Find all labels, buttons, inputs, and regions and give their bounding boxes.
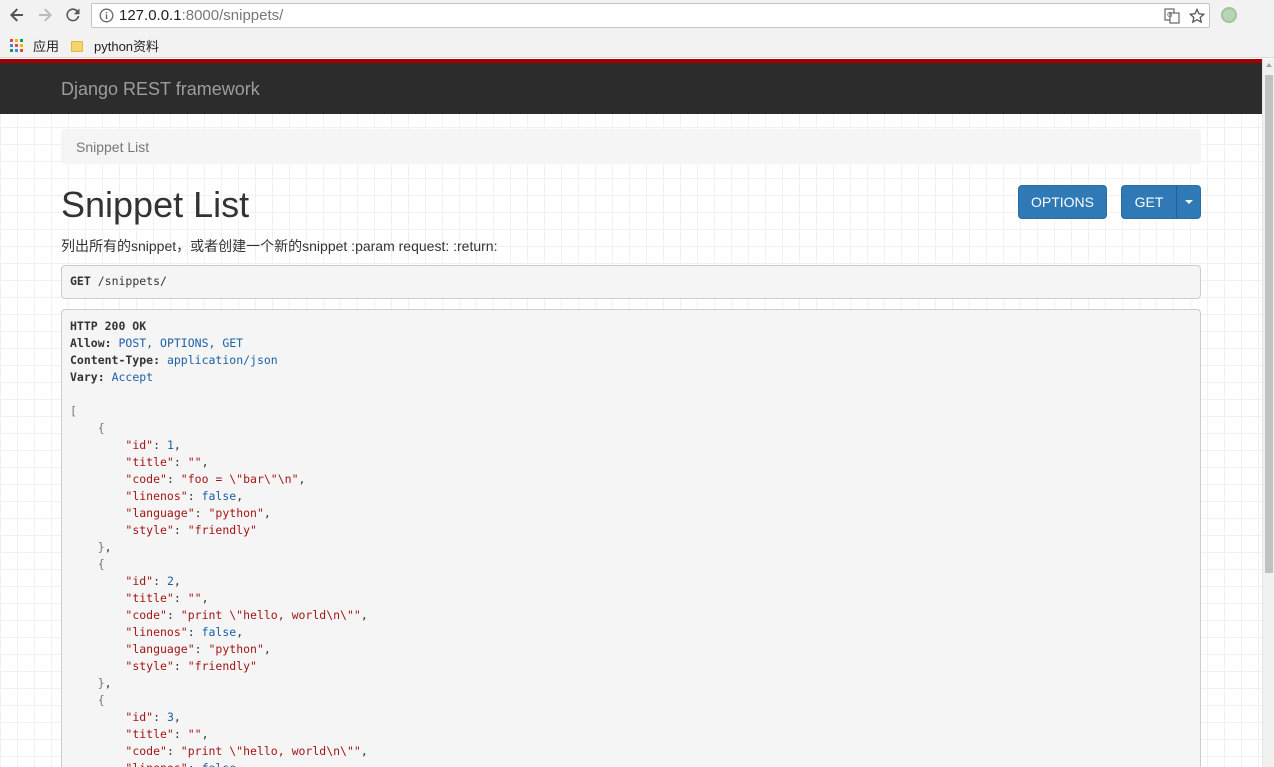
url-path: :8000/snippets/ (181, 7, 284, 24)
get-button[interactable]: GET (1122, 194, 1176, 210)
browser-toolbar: 127.0.0.1:8000/snippets/ G (0, 0, 1274, 31)
json-key: "style" (125, 659, 174, 673)
json-key: "title" (125, 455, 174, 469)
json-key: "linenos" (125, 761, 187, 767)
json-punct: } (97, 540, 105, 554)
brand-link[interactable]: Django REST framework (61, 79, 260, 100)
request-path: /snippets/ (97, 274, 167, 288)
json-punct: { (97, 557, 105, 571)
json-string: "friendly" (187, 659, 257, 673)
response-content: HTTP 200 OK Allow: POST, OPTIONS, GET Co… (70, 318, 368, 767)
forward-arrow-icon (39, 8, 52, 22)
bookmark-label: 应用 (33, 39, 60, 54)
bookmark-star-icon[interactable] (1189, 8, 1205, 24)
json-number: 3 (166, 710, 174, 724)
breadcrumb-item-active: Snippet List (76, 139, 150, 155)
bookmark-python[interactable]: python资料 (71, 36, 159, 55)
json-string: "friendly" (187, 523, 257, 537)
request-method: GET (70, 274, 91, 288)
bookmark-label: python资料 (94, 39, 160, 54)
page-title: Snippet List (61, 184, 250, 225)
request-info: GET /snippets/ (61, 265, 1201, 299)
json-key: "linenos" (125, 489, 188, 503)
json-key: "title" (125, 591, 174, 605)
vertical-scrollbar[interactable] (1262, 59, 1274, 767)
scroll-thumb[interactable] (1265, 75, 1273, 573)
json-string: "" (187, 591, 202, 605)
json-number: 1 (166, 438, 174, 452)
caret-down-icon (1185, 200, 1193, 204)
json-punct: { (97, 693, 105, 707)
response-header-name: Vary: (70, 370, 105, 384)
reload-icon (66, 8, 80, 22)
json-string: "python" (208, 642, 264, 656)
back-arrow-icon (10, 8, 23, 22)
json-string: "" (187, 455, 202, 469)
response-status: HTTP 200 OK (70, 319, 147, 333)
page-viewport: Django REST framework Snippet List Snipp… (0, 59, 1274, 767)
url-host: 127.0.0.1 (119, 7, 182, 24)
json-punct: { (97, 421, 105, 435)
json-key: "style" (125, 523, 174, 537)
json-boolean: false (201, 489, 237, 503)
json-punct: [ (70, 404, 77, 418)
forward-button[interactable] (33, 4, 57, 26)
response-info: HTTP 200 OK Allow: POST, OPTIONS, GET Co… (61, 309, 1201, 767)
reload-button[interactable] (61, 4, 85, 26)
json-key: "title" (125, 727, 174, 741)
response-header-name: Content-Type: (70, 353, 161, 367)
json-key: "linenos" (125, 625, 188, 639)
get-format-dropdown[interactable] (1176, 186, 1201, 218)
json-key: "id" (125, 710, 154, 724)
bookmark-apps[interactable]: 应用 (10, 36, 59, 55)
json-key: "language" (125, 506, 195, 520)
json-punct: } (97, 676, 105, 690)
json-key: "id" (125, 574, 154, 588)
address-bar[interactable]: 127.0.0.1:8000/snippets/ G (91, 3, 1210, 28)
get-button-group: GET (1121, 185, 1201, 219)
bookmarks-bar: 应用 python资料 (0, 31, 1274, 58)
response-header-value: Accept (111, 370, 154, 384)
extension-icon[interactable] (1221, 7, 1237, 23)
svg-text:G: G (1167, 11, 1172, 19)
response-header-value: application/json (166, 353, 278, 367)
options-button[interactable]: OPTIONS (1018, 185, 1107, 219)
json-string: "" (187, 727, 202, 741)
json-key: "code" (125, 744, 167, 758)
back-button[interactable] (5, 4, 29, 26)
response-header-name: Allow: (70, 336, 112, 350)
json-boolean: false (201, 625, 237, 639)
json-boolean: false (202, 761, 237, 767)
json-number: 2 (166, 574, 174, 588)
scroll-up-icon[interactable] (1266, 63, 1272, 67)
translate-icon[interactable]: G (1164, 8, 1180, 24)
json-string: "python" (208, 506, 264, 520)
folder-icon (71, 40, 83, 52)
json-key: "code" (125, 472, 167, 486)
apps-grid-icon (10, 39, 23, 52)
navbar: Django REST framework (0, 59, 1262, 114)
json-string: "print \"hello, world\n\"" (180, 608, 361, 622)
breadcrumb: Snippet List (61, 129, 1201, 164)
json-key: "id" (125, 438, 154, 452)
response-header-value: POST, OPTIONS, GET (118, 336, 244, 350)
view-description: 列出所有的snippet，或者创建一个新的snippet :param requ… (61, 238, 498, 254)
info-icon[interactable] (99, 8, 114, 23)
json-string: "print \"hello, world\n\"" (180, 744, 361, 758)
url-text[interactable]: 127.0.0.1:8000/snippets/ (119, 7, 283, 24)
json-key: "language" (125, 642, 195, 656)
json-key: "code" (125, 608, 167, 622)
json-string: "foo = \"bar\"\n" (180, 472, 299, 486)
